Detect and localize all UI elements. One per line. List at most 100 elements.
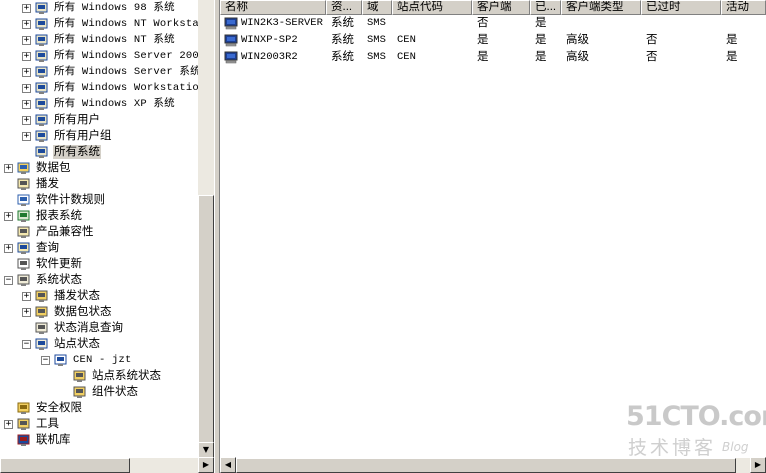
collapse-icon[interactable]: − — [22, 339, 31, 349]
list-horizontal-scrollbar[interactable]: ◀ ▶ — [220, 457, 766, 473]
tree-item-label: 查询 — [36, 242, 59, 254]
table-row[interactable]: WINXP-SP2 系统 SMS CEN 是 是 高级 否 是 — [220, 32, 766, 49]
list-scroll-right-button[interactable]: ▶ — [750, 457, 766, 473]
expand-icon[interactable]: + — [22, 307, 31, 317]
table-cell: WINXP-SP2 — [241, 34, 298, 46]
tree-item[interactable]: + 查询 — [4, 240, 60, 256]
list-hscroll-thumb[interactable] — [236, 458, 736, 473]
column-header[interactable]: 已过时 — [641, 0, 721, 15]
expand-icon[interactable]: + — [22, 99, 31, 109]
table-row[interactable]: WIN2K3-SERVER 系统 SMS 否 是 — [220, 15, 766, 32]
tree-item[interactable]: + 所有用户组 — [22, 128, 113, 144]
collapse-icon[interactable]: − — [4, 275, 13, 285]
tree-vertical-scrollbar[interactable]: ▼ — [198, 0, 214, 458]
tree-hscroll-thumb[interactable] — [0, 458, 130, 473]
tree-item[interactable]: 软件更新 — [4, 256, 83, 272]
tree-item[interactable]: − 系统状态 — [4, 272, 83, 288]
computer-icon — [224, 34, 239, 47]
tree-scroll-thumb[interactable] — [198, 195, 214, 443]
tree-item[interactable]: 播发 — [4, 176, 60, 192]
expand-icon[interactable]: + — [4, 211, 13, 221]
tree-item-label: 安全权限 — [36, 402, 82, 414]
collection-icon — [34, 49, 50, 63]
expand-icon[interactable]: + — [22, 3, 31, 13]
security-icon — [16, 401, 32, 415]
tree-item[interactable]: + 所有用户 — [22, 112, 101, 128]
tree-item[interactable]: 所有系统 — [22, 144, 101, 160]
collapse-icon[interactable]: − — [41, 355, 50, 365]
expand-icon[interactable]: + — [22, 35, 31, 45]
expand-icon[interactable]: + — [22, 115, 31, 125]
tree-item-label: 所有系统 — [53, 145, 101, 159]
column-header[interactable]: 活动 — [721, 0, 766, 15]
column-header[interactable]: 名称 — [220, 0, 326, 15]
tree-item-label: CEN - jzt — [73, 354, 132, 366]
tree-item[interactable]: + 工具 — [4, 416, 60, 432]
tree-item[interactable]: + 所有 Windows XP 系统 — [22, 96, 176, 112]
tree-item[interactable]: 软件计数规则 — [4, 192, 106, 208]
tree-item[interactable]: 状态消息查询 — [22, 320, 124, 336]
expand-icon[interactable]: + — [4, 419, 13, 429]
tree-scroll-right-button[interactable]: ▶ — [198, 457, 214, 473]
tree-item[interactable]: 站点系统状态 — [60, 368, 162, 384]
tree-item[interactable]: + 所有 Windows Server 200 — [22, 48, 198, 64]
tree-item-label: 播发状态 — [54, 290, 100, 302]
status-query-icon — [34, 321, 50, 335]
tree-item-label: 产品兼容性 — [36, 226, 94, 238]
tree-item[interactable]: + 数据包 — [4, 160, 72, 176]
tree-item[interactable]: + 所有 Windows NT Worksta — [22, 16, 198, 32]
column-header[interactable]: 域 — [362, 0, 392, 15]
tree-item-label: 所有 Windows 98 系统 — [54, 2, 175, 14]
status-folder-icon — [34, 305, 50, 319]
tree-item[interactable]: 产品兼容性 — [4, 224, 95, 240]
report-icon — [16, 209, 32, 223]
column-header[interactable]: 资... — [326, 0, 362, 15]
table-cell: 是 — [535, 34, 547, 46]
table-cell: SMS — [367, 34, 386, 46]
table-row[interactable]: WIN2003R2 系统 SMS CEN 是 是 高级 否 是 — [220, 49, 766, 66]
tree-item[interactable]: + 所有 Windows Server 系统 — [22, 64, 198, 80]
column-header[interactable]: 客户端 — [472, 0, 530, 15]
collection-icon — [34, 81, 50, 95]
tree-item[interactable]: 组件状态 — [60, 384, 139, 400]
expand-icon[interactable]: + — [22, 19, 31, 29]
tree-item-label: 联机库 — [36, 434, 71, 446]
tree-item[interactable]: 安全权限 — [4, 400, 83, 416]
tree-item-label: 站点系统状态 — [92, 370, 161, 382]
tree-item[interactable]: + 所有 Windows Workstatio — [22, 80, 198, 96]
list-header: 名称 资... 域站点代码 客户端 已... 客户端类型 已过时 活动 — [220, 0, 766, 15]
tree-item-label: 系统状态 — [36, 274, 82, 286]
expand-icon[interactable]: + — [22, 51, 31, 61]
package-icon — [16, 161, 32, 175]
status-folder-icon — [72, 369, 88, 383]
table-cell: 是 — [477, 51, 489, 63]
tree-item[interactable]: + 数据包状态 — [22, 304, 113, 320]
table-cell: 系统 — [331, 34, 354, 46]
expand-icon[interactable]: + — [22, 131, 31, 141]
tree-item-label: 报表系统 — [36, 210, 82, 222]
expand-icon[interactable]: + — [22, 83, 31, 93]
tree-horizontal-scrollbar[interactable]: ▶ — [0, 457, 214, 473]
column-header[interactable]: 客户端类型 — [561, 0, 641, 15]
tree-item[interactable]: − 站点状态 — [22, 336, 101, 352]
list-scroll-left-button[interactable]: ◀ — [220, 457, 236, 473]
tree-item[interactable]: 联机库 — [4, 432, 72, 448]
tree-item[interactable]: + 播发状态 — [22, 288, 101, 304]
column-header[interactable]: 站点代码 — [392, 0, 472, 15]
collection-icon — [34, 17, 50, 31]
tree-scroll-down-button[interactable]: ▼ — [198, 442, 214, 458]
tree-item[interactable]: + 报表系统 — [4, 208, 83, 224]
column-header[interactable]: 已... — [530, 0, 561, 15]
expand-icon[interactable]: + — [22, 67, 31, 77]
details-list-pane: 名称 资... 域站点代码 客户端 已... 客户端类型 已过时 活动 WIN2K3-SERV… — [220, 0, 766, 473]
expand-icon[interactable]: + — [4, 243, 13, 253]
tree-item[interactable]: + 所有 Windows 98 系统 — [22, 0, 176, 16]
tree-item[interactable]: − CEN - jzt — [41, 352, 133, 368]
tree-item[interactable]: + 所有 Windows NT 系统 — [22, 32, 176, 48]
expand-icon[interactable]: + — [22, 291, 31, 301]
table-cell: 高级 — [566, 34, 589, 46]
expand-icon[interactable]: + — [4, 163, 13, 173]
